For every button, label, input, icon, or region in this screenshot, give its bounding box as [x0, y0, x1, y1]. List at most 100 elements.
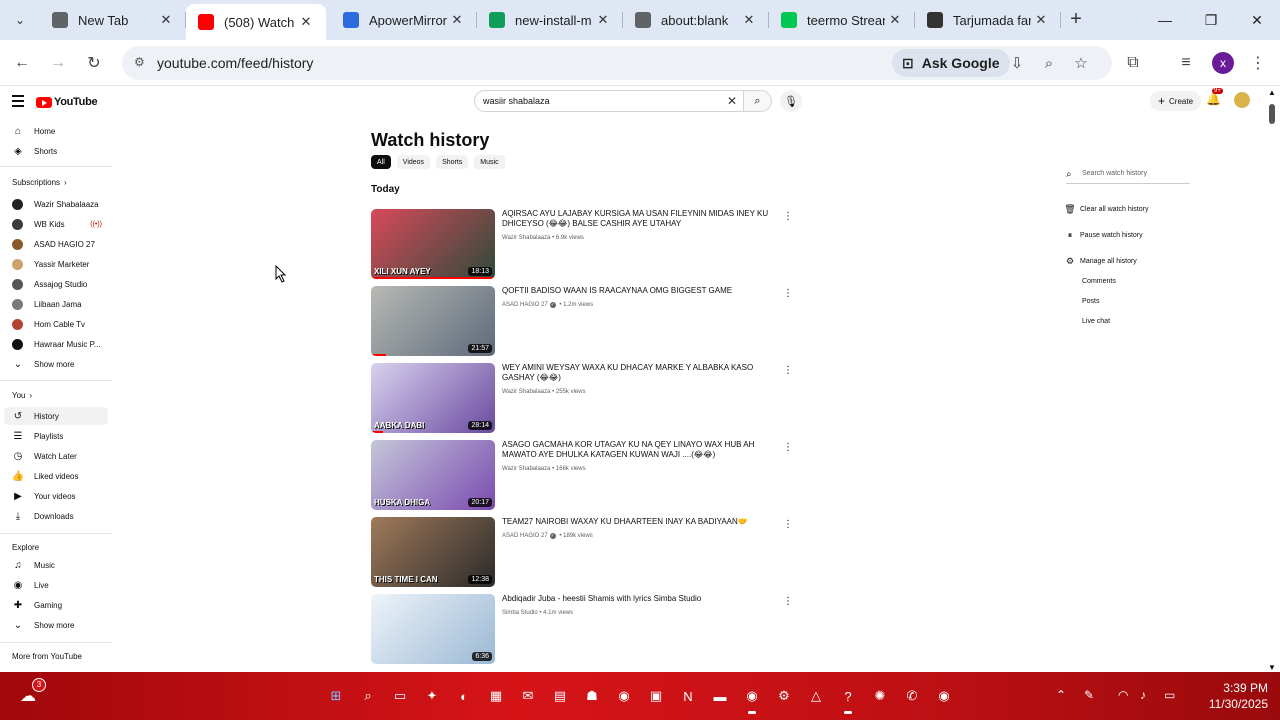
- install-app-icon[interactable]: ⇩: [1006, 52, 1028, 74]
- sidebar-item[interactable]: ◉ Live: [4, 576, 108, 594]
- extensions-icon[interactable]: ⧉: [1120, 50, 1146, 76]
- voice-search-icon[interactable]: 🎙: [780, 90, 802, 112]
- guide-menu-icon[interactable]: [12, 95, 24, 107]
- close-window-button[interactable]: ✕: [1234, 0, 1280, 40]
- sidebar-item[interactable]: ◷ Watch Later: [4, 447, 108, 465]
- teams-icon[interactable]: ☗: [580, 684, 604, 708]
- sidebar-item[interactable]: ▶ Your videos: [4, 487, 108, 505]
- start-button-icon[interactable]: ⊞: [324, 684, 348, 708]
- show-hidden-icons[interactable]: ⌃: [1056, 688, 1066, 702]
- subscriptions-header[interactable]: Subscriptions ›: [12, 178, 67, 187]
- restore-button[interactable]: ❐: [1188, 0, 1234, 40]
- video-thumbnail[interactable]: HUSKA DHIGA 20:17: [371, 440, 495, 510]
- search-query[interactable]: wasiir shabalaza: [483, 96, 550, 106]
- netflix-icon[interactable]: N: [676, 684, 700, 708]
- new-tab-button[interactable]: +: [1064, 8, 1088, 32]
- channel-name[interactable]: ASAD HAGIO 27: [502, 302, 548, 308]
- video-title[interactable]: QOFTII BADISO WAAN IS RAACAYNAA OMG BIGG…: [502, 286, 782, 296]
- back-button[interactable]: ←: [9, 50, 35, 76]
- whatsapp-icon[interactable]: ✆: [900, 684, 924, 708]
- video-thumbnail[interactable]: AABKA DABI 28:14: [371, 363, 495, 433]
- taskbar-search-icon[interactable]: ⌕: [356, 684, 380, 708]
- scroll-down-icon[interactable]: ▼: [1268, 663, 1276, 672]
- more-actions-icon[interactable]: ⋮: [783, 365, 793, 376]
- filter-chip[interactable]: Videos: [396, 155, 431, 169]
- sidebar-item[interactable]: ◈ Shorts: [4, 142, 108, 160]
- filter-chip[interactable]: All: [371, 155, 391, 169]
- more-actions-icon[interactable]: ⋮: [783, 596, 793, 607]
- search-history-input[interactable]: ⌕ Search watch history: [1066, 168, 1190, 184]
- video-thumbnail[interactable]: THIS TIME I CAN 12:38: [371, 517, 495, 587]
- input-icon[interactable]: ✎: [1084, 688, 1094, 702]
- browser-tab[interactable]: about:blank ✕: [623, 0, 769, 40]
- sidebar-item[interactable]: ✚ Gaming: [4, 596, 108, 614]
- profile-avatar[interactable]: x: [1212, 52, 1234, 74]
- scroll-up-icon[interactable]: ▲: [1268, 88, 1276, 97]
- battery-icon[interactable]: ▭: [1164, 688, 1175, 702]
- clear-search-icon[interactable]: ✕: [727, 94, 737, 108]
- comments-link[interactable]: Comments: [1082, 278, 1116, 285]
- history-video-item[interactable]: AABKA DABI 28:14 WEY AMINI WEYSAY WAXA KU …: [371, 363, 801, 433]
- site-info-icon[interactable]: ⚙: [134, 55, 150, 71]
- bookmark-star-icon[interactable]: ☆: [1070, 52, 1092, 74]
- sidebar-item[interactable]: 👍 Liked videos: [4, 467, 108, 485]
- app-icon[interactable]: ▣: [644, 684, 668, 708]
- browser-tab[interactable]: Tarjumada fan ✕: [915, 0, 1061, 40]
- tab-close-icon[interactable]: ✕: [885, 12, 905, 28]
- ask-google-button[interactable]: ⊡ Ask Google: [892, 49, 1010, 77]
- reload-button[interactable]: ↻: [81, 50, 107, 76]
- browser-tab[interactable]: new-install-m ✕: [477, 0, 623, 40]
- history-video-item[interactable]: XILI XUN AYEY 18:13 AQIRSAC AYU LAJABAY KU…: [371, 209, 801, 279]
- video-thumbnail[interactable]: 6:36: [371, 594, 495, 664]
- browser-tab[interactable]: (508) Watch h✕: [186, 4, 326, 40]
- outlook-icon[interactable]: ✉: [516, 684, 540, 708]
- video-title[interactable]: Abdiqadir Juba - heestii Shamis with lyr…: [502, 594, 782, 604]
- minimize-button[interactable]: —: [1142, 0, 1188, 40]
- chrome-menu-icon[interactable]: ⋮: [1245, 50, 1271, 76]
- video-title[interactable]: AQIRSAC AYU LAJABAY KURSIGA MA USAN FILE…: [502, 209, 782, 229]
- you-header[interactable]: You ›: [12, 391, 32, 400]
- wifi-icon[interactable]: ◠: [1118, 688, 1128, 702]
- sidebar-item[interactable]: Assajog Studio: [4, 275, 108, 293]
- sidebar-item[interactable]: Wazir Shabalaaza: [4, 195, 108, 213]
- sidebar-item[interactable]: ⌂ Home: [4, 122, 108, 140]
- browser-tab[interactable]: ApowerMirror ✕: [331, 0, 477, 40]
- video-title[interactable]: ASAGO GACMAHA KOR UTAGAY KU NA QEY LINAY…: [502, 440, 782, 460]
- browser-tab[interactable]: New Tab ✕: [40, 0, 186, 40]
- store-icon[interactable]: ▦: [484, 684, 508, 708]
- tab-close-icon[interactable]: ✕: [447, 12, 467, 28]
- sidebar-item[interactable]: ☰ Playlists: [4, 427, 108, 445]
- search-input[interactable]: wasiir shabalaza ✕: [474, 90, 744, 112]
- tab-close-icon[interactable]: ✕: [739, 12, 759, 28]
- video-title[interactable]: TEAM27 NAIROBI WAXAY KU DHAARTEEN INAY K…: [502, 517, 782, 527]
- posts-link[interactable]: Posts: [1082, 298, 1100, 305]
- address-bar[interactable]: ⚙ youtube.com/feed/history ⊡ Ask Google …: [122, 46, 1112, 80]
- channel-name[interactable]: Wazir Shabalaaza: [502, 466, 550, 472]
- tab-close-icon[interactable]: ✕: [156, 12, 176, 28]
- page-scrollbar[interactable]: ▲ ▼: [1266, 88, 1278, 672]
- weather-widget-icon[interactable]: ☁ 3: [20, 678, 46, 706]
- tab-close-icon[interactable]: ✕: [296, 14, 316, 30]
- volume-icon[interactable]: ♪: [1140, 688, 1146, 702]
- sidebar-item[interactable]: ASAD HAGIO 27: [4, 235, 108, 253]
- tab-close-icon[interactable]: ✕: [1031, 12, 1051, 28]
- youtube-logo[interactable]: YouTube: [36, 96, 98, 108]
- history-video-item[interactable]: HUSKA DHIGA 20:17 ASAGO GACMAHA KOR UTAGAY…: [371, 440, 801, 510]
- sidebar-item[interactable]: ↺ History: [4, 407, 108, 425]
- channel-name[interactable]: Simba Studio: [502, 610, 538, 616]
- video-title[interactable]: WEY AMINI WEYSAY WAXA KU DHACAY MARKE Y …: [502, 363, 782, 383]
- filter-chip[interactable]: Music: [474, 155, 505, 169]
- edge-icon[interactable]: ◐: [452, 684, 476, 708]
- tab-close-icon[interactable]: ✕: [593, 12, 613, 28]
- tab-search-dropdown[interactable]: ⌄: [8, 8, 32, 32]
- sidebar-item[interactable]: ⌄ Show more: [4, 616, 108, 634]
- excel-icon[interactable]: ▤: [548, 684, 572, 708]
- more-actions-icon[interactable]: ⋮: [783, 519, 793, 530]
- sidebar-item[interactable]: ⤓ Downloads: [4, 507, 108, 525]
- chatgpt-taskbar-icon[interactable]: ✺: [868, 684, 892, 708]
- sidebar-item[interactable]: Yassir Marketer: [4, 255, 108, 273]
- history-video-item[interactable]: 21:57 QOFTII BADISO WAAN IS RAACAYNAA OMG…: [371, 286, 801, 356]
- sidebar-item[interactable]: WB Kids ((•)): [4, 215, 108, 233]
- video-thumbnail[interactable]: 21:57: [371, 286, 495, 356]
- pause-history-button[interactable]: ⏸ Pause watch history: [1064, 228, 1143, 242]
